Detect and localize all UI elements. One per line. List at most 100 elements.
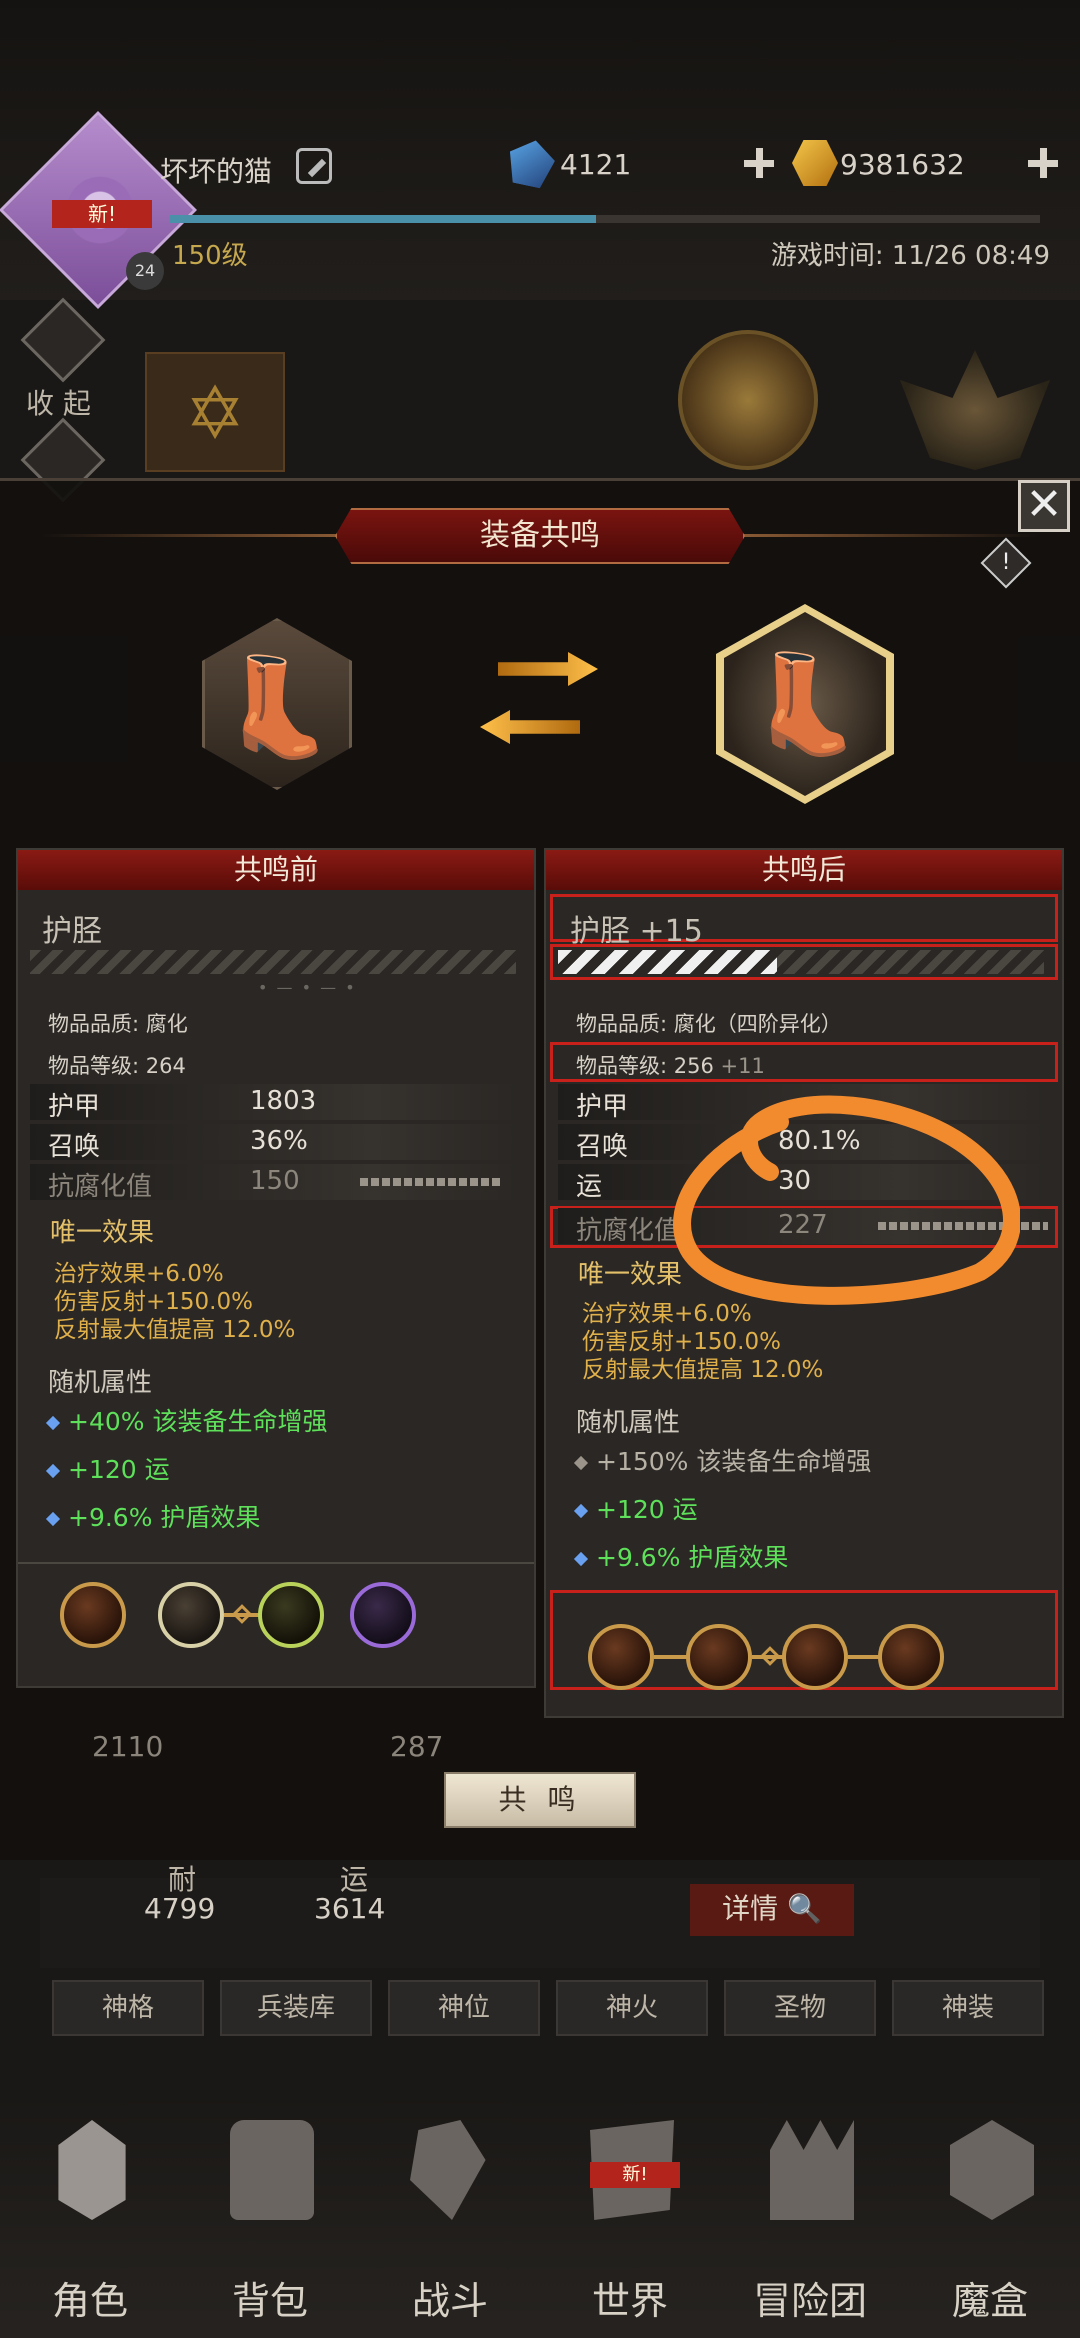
stat-label: 召唤 — [576, 1132, 629, 1162]
unique-effect-line: 反射最大值提高 12.0% — [54, 1317, 296, 1343]
details-button[interactable]: 详情 🔍 — [690, 1884, 854, 1936]
nav-character[interactable]: 角色 — [10, 2100, 170, 2330]
item-quality-after: 物品品质: 腐化（四阶异化） — [576, 1012, 842, 1036]
bg-stat-value: 287 — [390, 1730, 444, 1763]
unique-effect-line: 伤害反射+150.0% — [582, 1329, 781, 1355]
collapse-icon — [20, 297, 106, 383]
item-quality-before: 物品品质: 腐化 — [48, 1012, 188, 1036]
corruption-bar — [360, 1178, 500, 1186]
annotation-stroke — [673, 1095, 1020, 1305]
title-ornament-left — [40, 534, 340, 537]
xp-bar — [170, 215, 1040, 223]
gem-socket[interactable] — [60, 1582, 126, 1648]
stat-row: 抗腐化值 150 — [30, 1164, 520, 1202]
stat-value: 150 — [250, 1166, 300, 1196]
avatar-level-badge: 24 — [126, 252, 164, 290]
backpack-icon — [230, 2120, 314, 2220]
panel-before-header: 共鸣前 — [18, 850, 534, 890]
resonate-button[interactable]: 共 鸣 — [444, 1772, 636, 1828]
stat-row: 召唤 36% — [30, 1124, 520, 1162]
item-level-bonus: +11 — [720, 1054, 765, 1078]
socket-divider — [18, 1562, 534, 1564]
item-name-before: 护胫 — [42, 914, 102, 949]
gem-socket[interactable] — [350, 1582, 416, 1648]
random-attr-title: 随机属性 — [48, 1368, 153, 1398]
bg-stat-value: 2110 — [92, 1730, 164, 1763]
tab-relic[interactable]: 圣物 — [724, 1980, 876, 2036]
gem-socket[interactable] — [258, 1582, 324, 1648]
unique-effect-line: 伤害反射+150.0% — [54, 1289, 253, 1315]
xp-bar-fill — [170, 215, 597, 223]
panel-before: 共鸣前 护胫 • — • — • 物品品质: 腐化 物品等级: 264 护甲 1… — [16, 848, 536, 1688]
add-gold-button[interactable] — [1028, 148, 1058, 178]
gem-socket[interactable] — [686, 1624, 752, 1690]
helmet-icon — [58, 2120, 126, 2220]
gold-count: 9381632 — [840, 148, 965, 181]
random-attr-line: +120 运 — [45, 1450, 170, 1486]
upgrade-progress-after — [558, 950, 1044, 974]
gem-socket[interactable] — [588, 1624, 654, 1690]
edit-icon[interactable] — [296, 148, 332, 184]
nav-battle[interactable]: 战斗 — [370, 2100, 530, 2330]
upgrade-progress-fill — [558, 950, 777, 974]
socket-link — [654, 1655, 690, 1659]
diamond-bullet-icon — [573, 1455, 589, 1471]
title-ornament-right — [740, 534, 1040, 537]
tab-god-rank[interactable]: 神位 — [388, 1980, 540, 2036]
cube-icon — [950, 2120, 1034, 2220]
item-level-after: 物品等级: 256 +11 — [576, 1054, 765, 1078]
random-attr-line: +9.6% 护盾效果 — [573, 1538, 788, 1574]
unique-effect-line: 治疗效果+6.0% — [54, 1261, 224, 1287]
tab-divine-fire[interactable]: 神火 — [556, 1980, 708, 2036]
stat-label: 护甲 — [48, 1092, 101, 1122]
collapse-label: 收 起 — [26, 387, 91, 420]
tab-armory[interactable]: 兵装库 — [220, 1980, 372, 2036]
castle-icon — [770, 2120, 854, 2220]
nav-bag[interactable]: 背包 — [190, 2100, 350, 2330]
game-time: 游戏时间: 11/26 08:49 — [770, 241, 1050, 271]
upgrade-progress-before — [30, 950, 516, 974]
tab-divine-gear[interactable]: 神装 — [892, 1980, 1044, 2036]
stat-label: 运 — [576, 1172, 603, 1202]
lion-emblem-icon — [678, 330, 818, 470]
player-level: 150级 — [172, 241, 248, 271]
collapse-button[interactable]: 收 起 — [18, 297, 108, 420]
diamond-bullet-icon — [45, 1415, 61, 1431]
info-icon: ! — [1001, 550, 1011, 575]
unique-effect-line: 反射最大值提高 12.0% — [582, 1357, 824, 1383]
unique-effect-title: 唯一效果 — [50, 1218, 155, 1248]
divider: • — • — • — [258, 978, 357, 997]
close-button[interactable]: ✕ — [1018, 480, 1070, 532]
new-badge: 新! — [590, 2162, 680, 2188]
stat-value: 3614 — [314, 1892, 386, 1925]
random-attr-title: 随机属性 — [576, 1408, 681, 1438]
diamond-bullet-icon — [45, 1463, 61, 1479]
gem-socket[interactable] — [878, 1624, 944, 1690]
random-attr-line: +9.6% 护盾效果 — [45, 1498, 260, 1534]
add-gems-button[interactable] — [744, 148, 774, 178]
stat-value: 1803 — [250, 1086, 317, 1116]
stat-label: 抗腐化值 — [48, 1172, 153, 1202]
diamond-bullet-icon — [573, 1551, 589, 1567]
shield-sword-icon — [410, 2120, 486, 2220]
stat-label: 召唤 — [48, 1132, 101, 1162]
socket-link-icon — [232, 1604, 252, 1624]
modal-title: 装备共鸣 — [335, 508, 745, 564]
gem-socket[interactable] — [782, 1624, 848, 1690]
winged-crest-icon — [900, 350, 1050, 470]
nav-world[interactable]: 新! 世界 — [550, 2100, 710, 2330]
diamond-bullet-icon — [573, 1503, 589, 1519]
gem-count: 4121 — [560, 148, 632, 181]
nav-adventure-team[interactable]: 冒险团 — [730, 2100, 890, 2330]
player-name: 坏坏的猫 — [160, 155, 273, 188]
stat-value: 4799 — [144, 1892, 216, 1925]
nav-magic-box[interactable]: 魔盒 — [910, 2100, 1070, 2330]
tab-divinity[interactable]: 神格 — [52, 1980, 204, 2036]
gem-socket[interactable] — [158, 1582, 224, 1648]
stat-row: 护甲 1803 — [30, 1084, 520, 1122]
diamond-bullet-icon — [45, 1511, 61, 1527]
random-attr-line: +150% 该装备生命增强 — [573, 1442, 871, 1478]
random-attr-line: +40% 该装备生命增强 — [45, 1402, 327, 1438]
hexagram-icon: ✡ — [184, 371, 246, 455]
modal-border — [0, 478, 1080, 481]
